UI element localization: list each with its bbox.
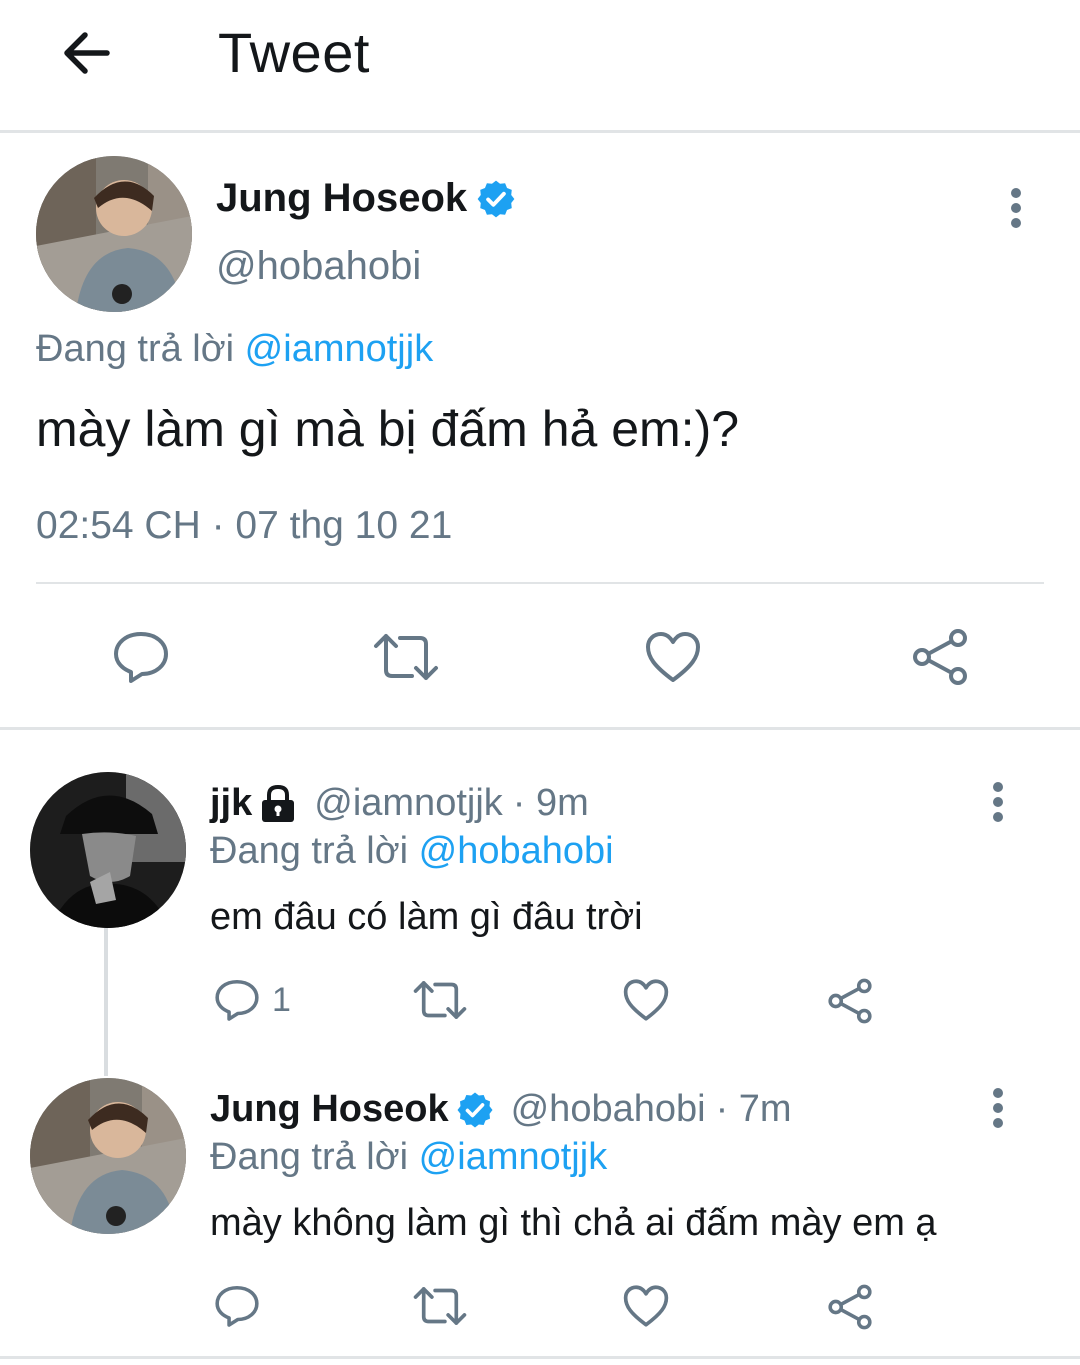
avatar[interactable] [30,1078,186,1234]
reply-header: Jung Hoseok @hobahobi · 7m [210,1088,792,1131]
replying-to-link[interactable]: @hobahobi [419,830,614,872]
replying-to-line: Đang trả lời @hobahobi [210,830,614,873]
retweet-button[interactable] [372,630,440,684]
avatar-photo [30,772,186,928]
like-button[interactable] [622,1284,670,1328]
author-name-row[interactable]: Jung Hoseok [216,176,517,221]
author-handle[interactable]: @hobahobi [511,1088,706,1131]
more-options-button[interactable] [978,1078,1018,1138]
arrow-left-icon [64,32,110,74]
avatar[interactable] [36,156,192,312]
author-handle[interactable]: @hobahobi [216,244,421,289]
replying-prefix: Đang trả lời [210,830,409,872]
author-name[interactable]: Jung Hoseok [210,1088,449,1131]
share-button[interactable] [826,1284,874,1330]
more-options-button[interactable] [996,178,1036,238]
page-title: Tweet [218,21,370,84]
share-icon [828,1284,872,1330]
more-vertical-icon [1011,188,1021,228]
replying-prefix: Đang trả lời [210,1136,409,1178]
more-vertical-icon [993,782,1003,822]
more-vertical-icon [993,1088,1003,1128]
reply-button[interactable] [214,1284,260,1328]
back-button[interactable] [50,18,120,88]
lock-icon [262,784,295,822]
retweet-icon [413,981,467,1019]
retweet-icon [413,1287,467,1325]
verified-badge-icon [457,1092,493,1127]
like-icon [646,632,700,682]
retweet-icon [374,634,438,680]
like-icon [623,1285,669,1327]
author-name: Jung Hoseok [216,176,468,220]
more-options-button[interactable] [978,772,1018,832]
reply-icon [215,979,259,1021]
replying-to-link[interactable]: @iamnotjjk [245,328,434,370]
reply-button[interactable]: 1 [214,978,291,1022]
avatar[interactable] [30,772,186,928]
like-button[interactable] [644,630,702,684]
like-icon [623,979,669,1021]
reply-tweet[interactable]: jjk @iamnotjjk · 9m Đang trả lời @hobaho… [0,772,1080,1042]
share-button[interactable] [826,978,874,1024]
tweet-text: mày không làm gì thì chả ai đấm mày em ạ [210,1202,937,1244]
divider [36,582,1044,584]
reply-tweet[interactable]: Jung Hoseok @hobahobi · 7m Đang trả lời … [0,1078,1080,1356]
replying-to-line: Đang trả lời @iamnotjjk [210,1136,607,1179]
replying-to-line: Đang trả lời @iamnotjjk [36,328,433,371]
replying-prefix: Đang trả lời [36,328,235,370]
focused-tweet: Jung Hoseok @hobahobi Đang trả lời @iamn… [0,136,1080,730]
divider [0,1356,1080,1359]
retweet-button[interactable] [412,1284,468,1328]
like-button[interactable] [622,978,670,1022]
share-icon [828,978,872,1024]
verified-badge-icon [477,180,515,217]
tweet-text: em đâu có làm gì đâu trời [210,896,643,938]
tweet-time: · 9m [512,782,589,824]
author-name[interactable]: jjk [210,782,252,825]
reply-count: 1 [272,980,291,1019]
author-handle[interactable]: @iamnotjjk [314,782,503,825]
tweet-time: · 7m [715,1088,792,1130]
replying-to-link[interactable]: @iamnotjjk [419,1136,608,1178]
tweet-timestamp[interactable]: 02:54 CH · 07 thg 10 21 [36,504,452,548]
reply-button[interactable] [112,630,170,684]
tweet-text: mày làm gì mà bị đấm hả em:)? [36,401,740,457]
reply-header: jjk @iamnotjjk · 9m [210,782,589,825]
top-app-bar: Tweet [0,0,1080,133]
share-button[interactable] [910,628,970,686]
reply-icon [114,632,168,683]
reply-icon [215,1285,259,1327]
avatar-photo [30,1078,186,1234]
avatar-photo [36,156,192,312]
divider [0,727,1080,730]
share-icon [913,629,967,685]
retweet-button[interactable] [412,978,468,1022]
